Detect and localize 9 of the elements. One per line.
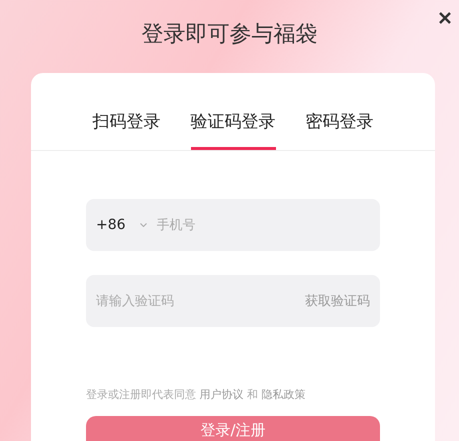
login-tab[interactable]: 密码登录	[306, 97, 374, 150]
login-tab[interactable]: 验证码登录	[190, 97, 276, 150]
phone-field[interactable]: +86 手机号	[86, 199, 380, 251]
close-icon[interactable]	[437, 10, 453, 26]
dialog-title: 登录即可参与福袋	[142, 21, 318, 49]
phone-input[interactable]: 手机号	[156, 218, 370, 232]
agreement-text: 登录或注册即代表同意 用户协议 和 隐私政策	[86, 387, 306, 402]
login-tab[interactable]: 扫码登录	[92, 97, 160, 150]
country-code-select[interactable]: +86	[96, 217, 126, 233]
